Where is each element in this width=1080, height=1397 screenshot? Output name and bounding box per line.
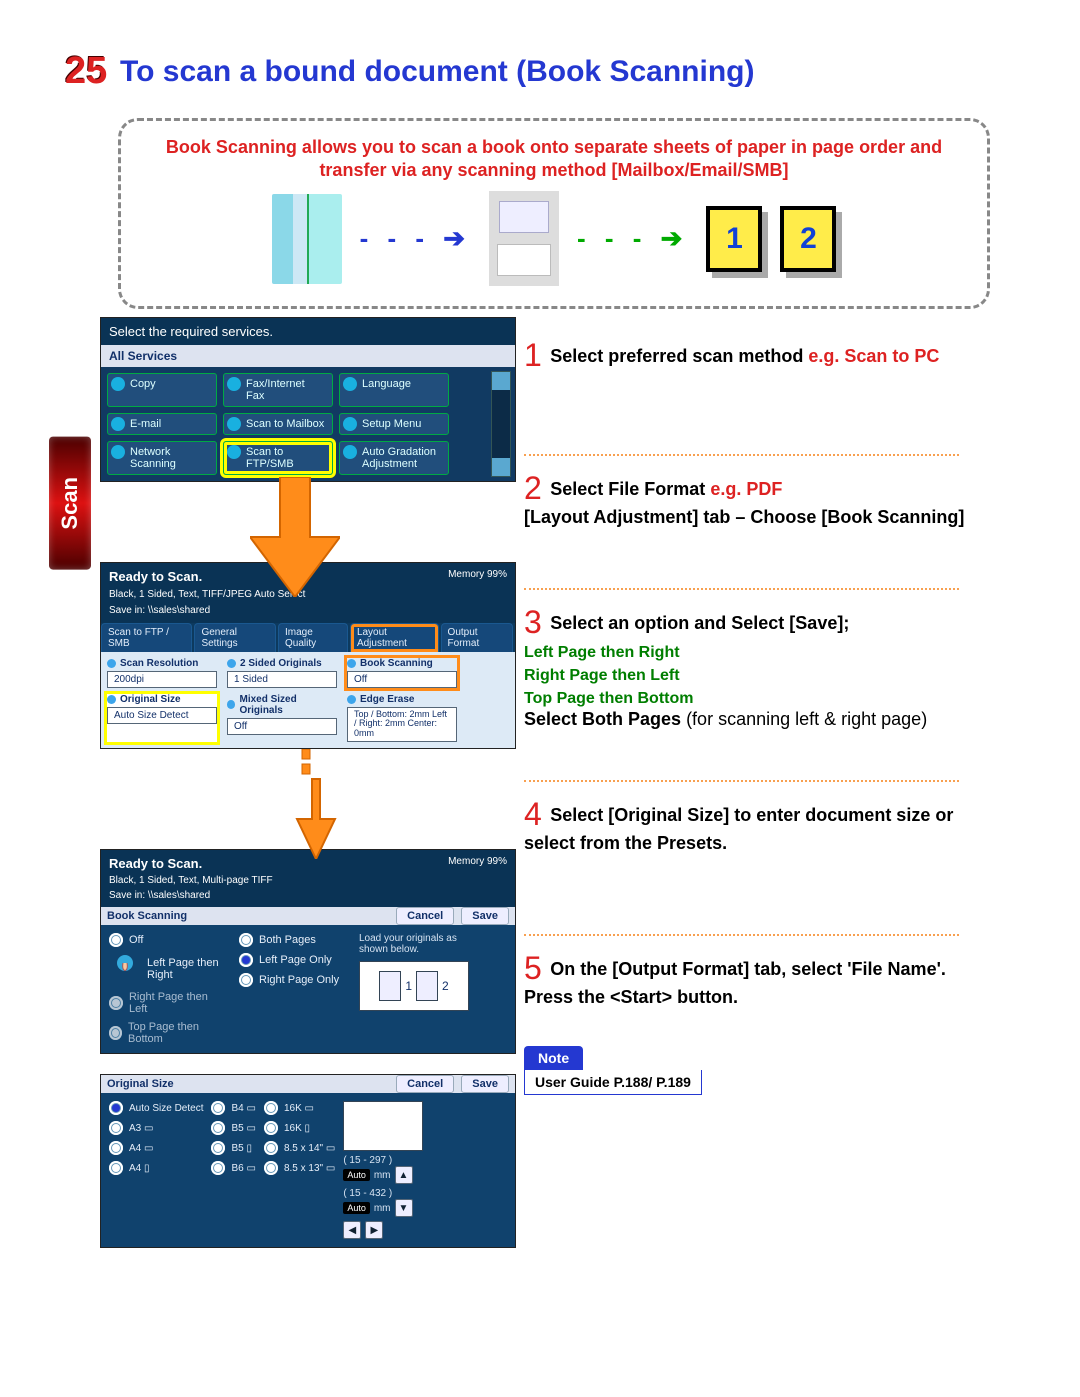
ss4-inc-x[interactable]: ▶ (365, 1221, 383, 1239)
ss4-inc-y[interactable]: ▲ (395, 1166, 413, 1184)
ss4-opt-a4l[interactable]: A4 ▭ (109, 1141, 203, 1155)
page-title: To scan a bound document (Book Scanning) (120, 55, 754, 89)
screenshot-bookscanning: Ready to Scan.Memory 99% Black, 1 Sided,… (100, 849, 516, 1054)
ss4-opt-16kp[interactable]: 16K ▯ (264, 1121, 335, 1135)
ss4-cancel[interactable]: Cancel (396, 1075, 454, 1093)
ss1-btn-scan-mailbox[interactable]: Scan to Mailbox (223, 413, 333, 435)
ss4-opt-b6[interactable]: B6 ▭ (211, 1161, 255, 1175)
separator-3 (524, 780, 959, 782)
arrow-dashed-green: - - - ➔ (577, 223, 688, 254)
note-body: User Guide P.188/ P.189 (524, 1070, 702, 1095)
ss4-opt-16kl[interactable]: 16K ▭ (264, 1101, 335, 1115)
step-1: 1 Select preferred scan method e.g. Scan… (524, 337, 979, 374)
ss3-opt-off[interactable]: Off (109, 933, 229, 947)
ss1-btn-fax[interactable]: Fax/Internet Fax (223, 373, 333, 407)
ss3-opt-bothpages[interactable]: Both Pages (239, 933, 349, 947)
step-4: 4 Select [Original Size] to enter docume… (524, 796, 979, 854)
ss4-bar-title: Original Size (107, 1078, 174, 1090)
ss4-save[interactable]: Save (461, 1075, 509, 1093)
side-tab-label: Scan (49, 437, 91, 570)
ss3-opt-topbottom[interactable]: Top Page then Bottom (109, 1021, 229, 1045)
page-number: 25 (65, 50, 107, 93)
ss4-opt-a3[interactable]: A3 ▭ (109, 1121, 203, 1135)
ss4-opt-b5p[interactable]: B5 ▯ (211, 1141, 255, 1155)
ss4-opt-b4[interactable]: B4 ▭ (211, 1101, 255, 1115)
ss2-tab-layout[interactable]: Layout Adjustment (350, 623, 439, 652)
ss2-opt-bookscan[interactable]: Book ScanningOff (347, 658, 457, 688)
ss2-opt-twosided[interactable]: 2 Sided Originals1 Sided (227, 658, 337, 688)
ss2-opt-scanres[interactable]: Scan Resolution200dpi (107, 658, 217, 688)
step-2: 2 Select File Format e.g. PDF [Layout Ad… (524, 470, 979, 528)
ss2-tab-scanto[interactable]: Scan to FTP / SMB (101, 623, 192, 652)
ss2-tab-image[interactable]: Image Quality (278, 623, 348, 652)
finger-press-icon (109, 953, 141, 985)
ss3-cancel[interactable]: Cancel (396, 907, 454, 925)
ss4-dim-y: ( 15 - 297 ) (343, 1155, 453, 1166)
ss3-opt-leftonly[interactable]: Left Page Only (239, 953, 349, 967)
ss3-save[interactable]: Save (461, 907, 509, 925)
screenshot-originalsize: Original Size Cancel Save Auto Size Dete… (100, 1074, 516, 1248)
intro-icons-row: - - - ➔ - - - ➔ 1 2 (141, 191, 967, 286)
ss1-btn-network-scanning[interactable]: Network Scanning (107, 441, 217, 475)
ss4-opt-auto[interactable]: Auto Size Detect (109, 1101, 203, 1115)
step-5: 5 On the [Output Format] tab, select 'Fi… (524, 950, 979, 1008)
page1-icon: 1 (706, 206, 762, 272)
ss4-opt-85x13[interactable]: 8.5 x 13" ▭ (264, 1161, 335, 1175)
printer-icon (489, 191, 559, 286)
separator-4 (524, 934, 959, 936)
ss4-dec-y[interactable]: ▼ (395, 1199, 413, 1217)
ss1-btn-setup[interactable]: Setup Menu (339, 413, 449, 435)
ss3-bar-title: Book Scanning (107, 910, 187, 922)
ss1-btn-scan-ftpsmb[interactable]: Scan to FTP/SMB (223, 441, 333, 475)
intro-box: Book Scanning allows you to scan a book … (118, 118, 990, 309)
intro-text: Book Scanning allows you to scan a book … (141, 136, 967, 181)
ss1-btn-autogradation[interactable]: Auto Gradation Adjustment (339, 441, 449, 475)
ss4-dec-x[interactable]: ◀ (343, 1221, 361, 1239)
ss3-opt-rightleft[interactable]: Right Page then Left (109, 991, 229, 1015)
ss3-opt-rightonly[interactable]: Right Page Only (239, 973, 349, 987)
ss4-opt-b5l[interactable]: B5 ▭ (211, 1121, 255, 1135)
ss1-btn-language[interactable]: Language (339, 373, 449, 407)
side-tab: Scan (40, 317, 100, 570)
ss2-opt-edgeerase[interactable]: Edge EraseTop / Bottom: 2mm Left / Right… (347, 694, 457, 743)
ss2-opt-originalsize[interactable]: Original SizeAuto Size Detect (107, 694, 217, 743)
ss1-scrollbar[interactable] (491, 371, 511, 477)
ss1-titlebar: Select the required services. (101, 318, 515, 345)
ss4-opt-85x14[interactable]: 8.5 x 14" ▭ (264, 1141, 335, 1155)
ss3-note: Load your originals as shown below. (359, 933, 479, 955)
note-tab: Note (524, 1046, 583, 1070)
separator-1 (524, 454, 959, 456)
ss2-opt-mixedsize[interactable]: Mixed Sized OriginalsOff (227, 694, 337, 743)
ss1-btn-copy[interactable]: Copy (107, 373, 217, 407)
ss3-preview: 12 (359, 961, 469, 1011)
ss2-tab-general[interactable]: General Settings (194, 623, 276, 652)
ss1-allservices[interactable]: All Services (101, 345, 515, 367)
ss2-tab-output[interactable]: Output Format (441, 623, 513, 652)
ss1-btn-email[interactable]: E-mail (107, 413, 217, 435)
arrow-dashed-blue: - - - ➔ (360, 223, 471, 254)
ss4-dim-x: ( 15 - 432 ) (343, 1188, 453, 1199)
book-icon (272, 194, 342, 284)
step-3: 3 Select an option and Select [Save]; Le… (524, 604, 979, 730)
page2-icon: 2 (780, 206, 836, 272)
screenshot-services: Select the required services. All Servic… (100, 317, 516, 482)
separator-2 (524, 588, 959, 590)
ss3-opt-leftright[interactable]: Left Page then Right (109, 953, 229, 985)
note-box: Note User Guide P.188/ P.189 (524, 1046, 979, 1095)
ss4-opt-a4p[interactable]: A4 ▯ (109, 1161, 203, 1175)
